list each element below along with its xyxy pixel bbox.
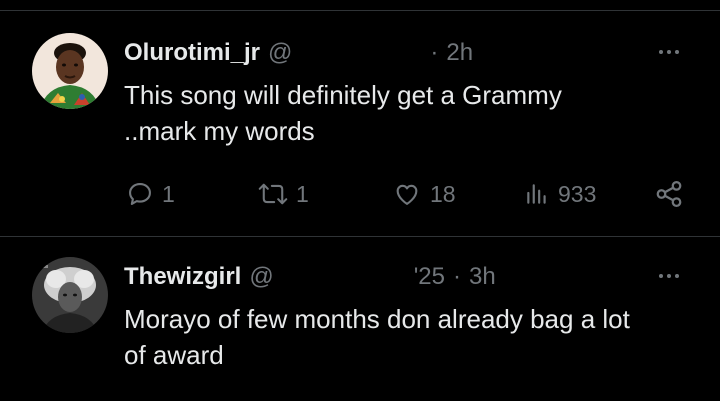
more-options-button[interactable]: [654, 266, 684, 286]
tweet-text-line: This song will definitely get a Grammy: [124, 80, 562, 110]
timestamp[interactable]: 2h: [446, 39, 473, 67]
separator-dot: ·: [453, 263, 461, 290]
views-icon: [524, 180, 550, 208]
views-count: 933: [558, 180, 597, 207]
more-icon: [659, 274, 663, 278]
reply-button[interactable]: 1: [126, 176, 175, 212]
tweet-header: Olurotimi_jr @ · 2h: [124, 38, 473, 68]
tweet-text: Morayo of few months don already bag a l…: [124, 301, 704, 373]
date[interactable]: '25: [414, 263, 445, 291]
share-button[interactable]: [654, 176, 684, 212]
repost-icon: [258, 180, 288, 208]
reply-icon: [126, 180, 154, 208]
display-name[interactable]: Olurotimi_jr: [124, 39, 260, 67]
like-count: 18: [430, 180, 456, 207]
like-button[interactable]: 18: [392, 176, 456, 212]
handle[interactable]: @: [249, 263, 273, 291]
tweet-text-line: Morayo of few months don already bag a l…: [124, 304, 630, 334]
handle[interactable]: @: [268, 39, 292, 67]
reply-count: 1: [162, 180, 175, 207]
repost-count: 1: [296, 180, 309, 207]
tweet-text-line: ..mark my words: [124, 116, 315, 146]
tweet-text: This song will definitely get a Grammy .…: [124, 77, 704, 149]
reply-feed: Olurotimi_jr @ · 2h This song will defin…: [0, 0, 720, 401]
repost-button[interactable]: 1: [258, 176, 309, 212]
tweet-header: Thewizgirl @ '25 · 3h: [124, 262, 496, 292]
tweet-olurotimi[interactable]: Olurotimi_jr @ · 2h This song will defin…: [0, 0, 720, 236]
tweet-thewizgirl[interactable]: Thewizgirl @ '25 · 3h Morayo of few mont…: [0, 236, 720, 401]
views-button[interactable]: 933: [524, 176, 596, 212]
display-name[interactable]: Thewizgirl: [124, 263, 241, 291]
avatar[interactable]: [32, 33, 108, 109]
avatar[interactable]: [32, 257, 108, 333]
more-icon: [659, 50, 663, 54]
tweet-text-line: of award: [124, 340, 224, 370]
action-bar: 1 1 18 933: [124, 176, 694, 212]
separator-dot: ·: [430, 39, 439, 66]
heart-icon: [392, 180, 422, 208]
share-icon: [654, 179, 684, 209]
more-options-button[interactable]: [654, 42, 684, 62]
timestamp[interactable]: 3h: [469, 263, 496, 291]
